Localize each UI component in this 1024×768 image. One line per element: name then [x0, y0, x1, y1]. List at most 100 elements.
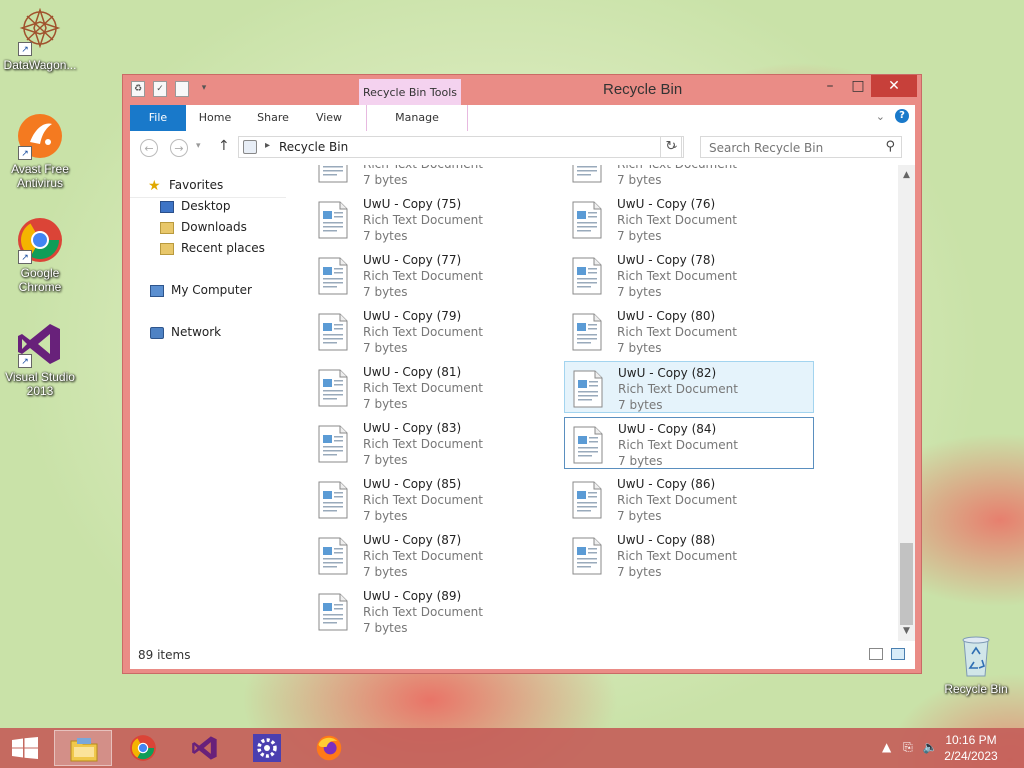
list-item[interactable]: UwU - Copy (83) Rich Text Document 7 bytes: [310, 417, 560, 469]
file-name: UwU - Copy (84): [618, 422, 717, 436]
nav-recent-places[interactable]: Recent places: [160, 238, 265, 258]
explorer-window: ♻ ✓ ▾ Recycle Bin Tools Recycle Bin – □ …: [122, 74, 922, 674]
file-type: Rich Text Document: [618, 382, 738, 396]
nav-my-computer[interactable]: My Computer: [150, 280, 252, 300]
list-item[interactable]: UwU - Copy (78) Rich Text Document 7 bytes: [564, 249, 814, 301]
new-folder-icon[interactable]: [175, 81, 189, 97]
vertical-scrollbar[interactable]: ▲ ▼: [898, 165, 915, 641]
desktop-icon-chrome[interactable]: ↗ Google Chrome: [0, 216, 80, 294]
file-name: UwU - Copy (78): [617, 253, 716, 267]
list-item[interactable]: UwU - Copy (87) Rich Text Document 7 bytes: [310, 529, 560, 581]
list-item[interactable]: UwU - Copy (77) Rich Text Document 7 bytes: [310, 249, 560, 301]
tab-home[interactable]: Home: [192, 105, 238, 131]
file-name: UwU - Copy (85): [363, 477, 462, 491]
scroll-up-icon[interactable]: ▲: [898, 167, 915, 183]
taskbar-chrome[interactable]: [114, 730, 172, 766]
desktop-icon-datawagon[interactable]: ↗ DataWagon...: [0, 7, 80, 72]
status-bar: 89 items: [130, 641, 915, 669]
search-icon[interactable]: ⚲: [885, 139, 895, 154]
scrollbar-thumb[interactable]: [900, 543, 913, 625]
nav-downloads[interactable]: Downloads: [160, 217, 247, 237]
details-view-icon[interactable]: [869, 648, 883, 660]
content-area: ★ Favorites Desktop Downloads Recent plac…: [130, 165, 915, 641]
tray-icons: ▲ ⎘ 🔈: [864, 740, 937, 755]
list-item[interactable]: UwU - Copy (75) Rich Text Document 7 bytes: [310, 193, 560, 245]
file-name: UwU - Copy (77): [363, 253, 462, 267]
file-size: 7 bytes: [363, 453, 408, 467]
list-item[interactable]: UwU - Copy (89) Rich Text Document 7 bytes: [310, 585, 560, 637]
up-arrow-icon[interactable]: ↑: [218, 138, 230, 154]
ribbon-tabs: File Home Share View Manage ⌄ ?: [130, 105, 915, 157]
network-tray-icon[interactable]: ⎘: [903, 740, 913, 754]
rich-text-document-icon: [573, 426, 603, 464]
ribbon-right-controls: ⌄ ?: [876, 109, 909, 123]
taskbar-file-explorer[interactable]: [54, 730, 112, 766]
rich-text-document-icon: [572, 201, 602, 239]
expand-ribbon-icon[interactable]: ⌄: [876, 110, 885, 123]
taskbar-settings[interactable]: [238, 730, 296, 766]
minimize-button[interactable]: –: [815, 75, 845, 97]
tab-view[interactable]: View: [308, 105, 350, 131]
desktop-icon-visual-studio[interactable]: ↗ Visual Studio 2013: [0, 320, 80, 398]
file-name: UwU - Copy (83): [363, 421, 462, 435]
search-input[interactable]: [707, 138, 881, 158]
desktop-icon-label: DataWagon...: [3, 58, 77, 72]
tiles-view-icon[interactable]: [891, 648, 905, 660]
properties-icon[interactable]: ✓: [153, 81, 167, 97]
avast-icon: ↗: [16, 112, 64, 160]
file-type: Rich Text Document: [617, 493, 737, 507]
customize-qat-icon[interactable]: ▾: [197, 81, 211, 97]
title-bar[interactable]: ♻ ✓ ▾ Recycle Bin Tools Recycle Bin – □ …: [123, 75, 921, 105]
windows-start-icon[interactable]: [12, 737, 38, 759]
list-item[interactable]: UwU - Copy (88) Rich Text Document 7 bytes: [564, 529, 814, 581]
rich-text-document-icon: [318, 481, 348, 519]
list-item[interactable]: UwU - Copy (76) Rich Text Document 7 bytes: [564, 193, 814, 245]
file-type: Rich Text Document: [363, 605, 483, 619]
scroll-down-icon[interactable]: ▼: [898, 623, 915, 639]
file-size: 7 bytes: [363, 397, 408, 411]
list-item-partial[interactable]: Rich Text Document 7 bytes: [564, 165, 814, 189]
back-arrow-icon[interactable]: ←: [140, 139, 158, 157]
list-item[interactable]: UwU - Copy (82) Rich Text Document 7 bytes: [564, 361, 814, 413]
nav-favorites[interactable]: ★ Favorites: [148, 175, 223, 195]
list-item[interactable]: UwU - Copy (85) Rich Text Document 7 bytes: [310, 473, 560, 525]
help-icon[interactable]: ?: [895, 109, 909, 123]
quick-access-toolbar: ♻ ✓ ▾: [131, 81, 211, 97]
file-type: Rich Text Document: [363, 269, 483, 283]
visual-studio-icon: ↗: [16, 320, 64, 368]
taskbar-firefox[interactable]: [300, 730, 358, 766]
refresh-icon[interactable]: ↻: [660, 136, 682, 158]
clock[interactable]: 10:16 PM 2/24/2023: [936, 732, 1006, 764]
file-type: Rich Text Document: [618, 438, 738, 452]
list-item[interactable]: UwU - Copy (84) Rich Text Document 7 bytes: [564, 417, 814, 469]
desktop-icon-avast[interactable]: ↗ Avast Free Antivirus: [0, 112, 80, 190]
nav-network[interactable]: Network: [150, 322, 221, 342]
maximize-button[interactable]: □: [843, 75, 873, 97]
file-size: 7 bytes: [617, 173, 662, 187]
search-box[interactable]: ⚲: [700, 136, 902, 158]
item-count: 89 items: [138, 648, 191, 662]
list-item[interactable]: UwU - Copy (86) Rich Text Document 7 bytes: [564, 473, 814, 525]
address-box[interactable]: ▸ Recycle Bin ⌄: [238, 136, 684, 158]
list-item-partial[interactable]: Rich Text Document 7 bytes: [310, 165, 560, 189]
show-hidden-icons-icon[interactable]: ▲: [882, 740, 891, 754]
list-item[interactable]: UwU - Copy (80) Rich Text Document 7 bytes: [564, 305, 814, 357]
breadcrumb-chevron-icon[interactable]: ▸: [265, 140, 270, 151]
desktop-icon-recycle-bin[interactable]: Recycle Bin: [936, 632, 1016, 696]
computer-icon: [150, 284, 164, 297]
taskbar-visual-studio[interactable]: [176, 730, 234, 766]
shortcut-arrow-icon: ↗: [18, 146, 32, 160]
recycle-bin-tools-context-tab: Recycle Bin Tools: [359, 79, 461, 105]
close-button[interactable]: ✕: [871, 75, 917, 97]
tab-manage[interactable]: Manage: [366, 105, 468, 131]
list-item[interactable]: UwU - Copy (79) Rich Text Document 7 bytes: [310, 305, 560, 357]
nav-desktop[interactable]: Desktop: [160, 196, 231, 216]
forward-arrow-icon[interactable]: →: [170, 139, 188, 157]
list-item[interactable]: UwU - Copy (81) Rich Text Document 7 bytes: [310, 361, 560, 413]
tab-share[interactable]: Share: [250, 105, 296, 131]
file-type: Rich Text Document: [363, 549, 483, 563]
file-name: UwU - Copy (86): [617, 477, 716, 491]
breadcrumb-recycle-bin[interactable]: Recycle Bin: [279, 140, 348, 154]
recent-locations-dropdown-icon[interactable]: ▾: [196, 141, 201, 151]
firefox-icon: [316, 735, 342, 761]
